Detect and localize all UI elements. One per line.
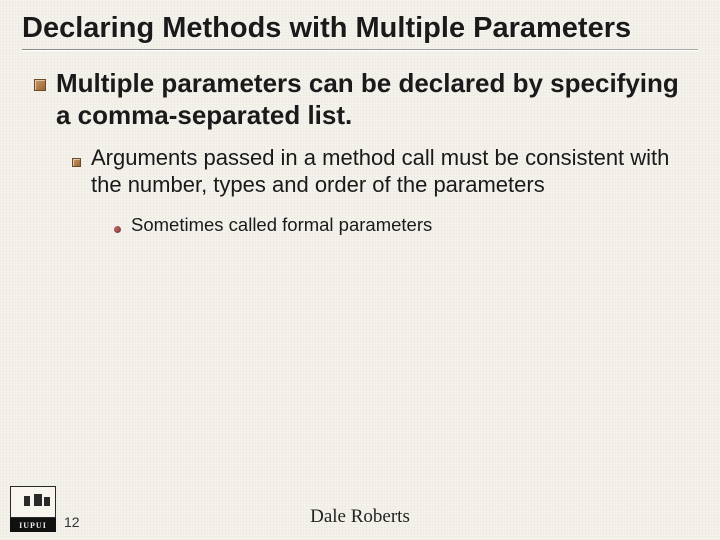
bullet-level-2-text: Arguments passed in a method call must b…	[91, 145, 698, 199]
bullet-level-1: Multiple parameters can be declared by s…	[34, 68, 698, 131]
slide: Declaring Methods with Multiple Paramete…	[0, 0, 720, 540]
square-bullet-icon	[34, 78, 46, 96]
bullet-level-2: Arguments passed in a method call must b…	[72, 145, 698, 199]
bullet-level-1-text: Multiple parameters can be declared by s…	[56, 68, 698, 131]
title-underline	[22, 49, 698, 50]
dot-bullet-icon	[114, 220, 121, 238]
square-bullet-icon	[72, 154, 81, 172]
author-name: Dale Roberts	[0, 506, 720, 528]
slide-footer: IUPUI 12 Dale Roberts	[0, 482, 720, 540]
slide-title: Declaring Methods with Multiple Paramete…	[22, 12, 698, 45]
bullet-level-3-text: Sometimes called formal parameters	[131, 213, 432, 236]
bullet-level-3: Sometimes called formal parameters	[114, 213, 698, 238]
